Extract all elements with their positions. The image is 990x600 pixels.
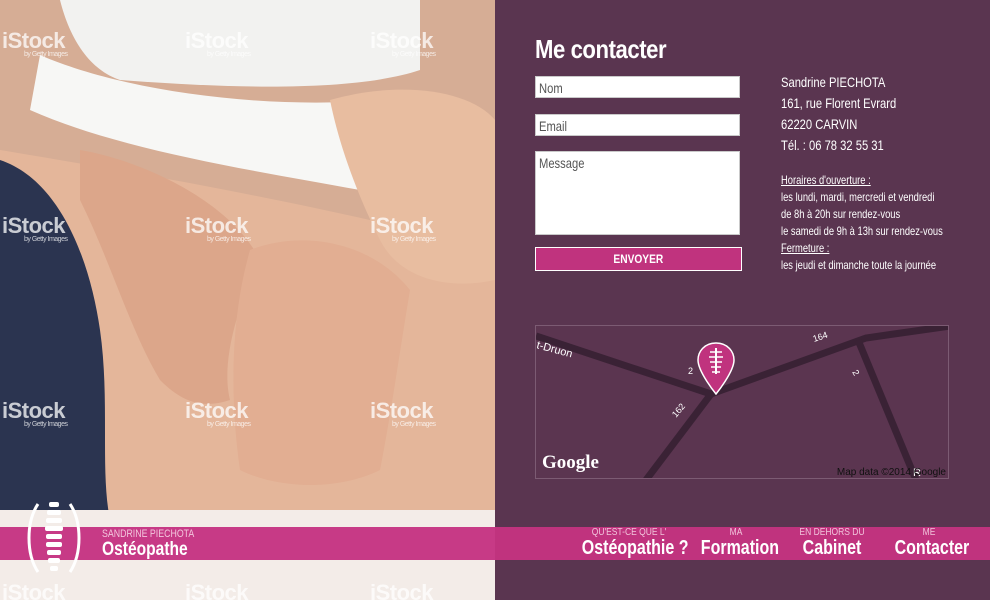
address-name: Sandrine PIECHOTA [781, 74, 886, 90]
nav-item-label: Cabinet [802, 537, 862, 559]
nav-item-osteopathie[interactable]: QU'EST-CE QUE L' Ostéopathie ? [570, 527, 689, 560]
google-logo: Google [542, 452, 599, 473]
watermark: iStock [2, 580, 66, 600]
watermark: iStock [370, 580, 434, 600]
closing-title: Fermeture : [781, 241, 830, 255]
hours-line: le samedi de 9h à 13h sur rendez-vous [781, 224, 943, 238]
contact-panel: Me contacter Nom Email Message ENVOYER S… [495, 0, 990, 600]
nav-item-label: Ostéopathie ? [581, 537, 689, 559]
nav-item-contacter[interactable]: ME Contacter [886, 527, 972, 560]
send-button[interactable]: ENVOYER [535, 247, 742, 271]
address-block: Sandrine PIECHOTA 161, rue Florent Evrar… [781, 72, 925, 156]
brand-title[interactable]: Ostéopathe [102, 539, 188, 561]
watermark: iStock by Getty Images [2, 398, 68, 428]
email-input[interactable]: Email [535, 114, 740, 136]
closing-line: les jeudi et dimanche toute la journée [781, 258, 937, 272]
location-map[interactable]: t-Druon 2 162 164 2 R Google Map data ©2… [535, 325, 949, 479]
watermark: iStock by Getty Images [185, 398, 251, 428]
opening-hours: Horaires d'ouverture : les lundi, mardi,… [781, 172, 988, 274]
address-phone: Tél. : 06 78 32 55 31 [781, 137, 884, 153]
map-attribution[interactable]: Map data ©2014 Google [835, 467, 948, 478]
watermark: iStock by Getty Images [2, 213, 68, 243]
watermark: iStock by Getty Images [2, 28, 68, 58]
message-textarea[interactable]: Message [535, 151, 740, 235]
address-city: 62220 CARVIN [781, 116, 858, 132]
hours-line: de 8h à 20h sur rendez-vous [781, 207, 901, 221]
watermark: iStock by Getty Images [370, 213, 436, 243]
watermark: iStock by Getty Images [185, 213, 251, 243]
spine-logo-icon[interactable] [24, 498, 84, 578]
road-label: 164 [812, 330, 829, 344]
page-title: Me contacter [535, 34, 667, 64]
nav-item-formation[interactable]: MA Formation [692, 527, 780, 560]
nav-item-cabinet[interactable]: EN DEHORS DU Cabinet [790, 527, 874, 560]
address-street: 161, rue Florent Evrard [781, 95, 897, 111]
nav-item-label: Contacter [894, 537, 970, 559]
watermark: iStock [185, 580, 249, 600]
hours-line: les lundi, mardi, mercredi et vendredi [781, 190, 935, 204]
road-label: 2 [850, 368, 861, 377]
hours-title: Horaires d'ouverture : [781, 173, 871, 187]
watermark: iStock by Getty Images [370, 28, 436, 58]
nav-item-label: Formation [700, 537, 780, 559]
road-label: 2 [688, 366, 693, 376]
watermark: iStock by Getty Images [185, 28, 251, 58]
road-label: 162 [670, 401, 687, 419]
watermark: iStock by Getty Images [370, 398, 436, 428]
name-input[interactable]: Nom [535, 76, 740, 98]
